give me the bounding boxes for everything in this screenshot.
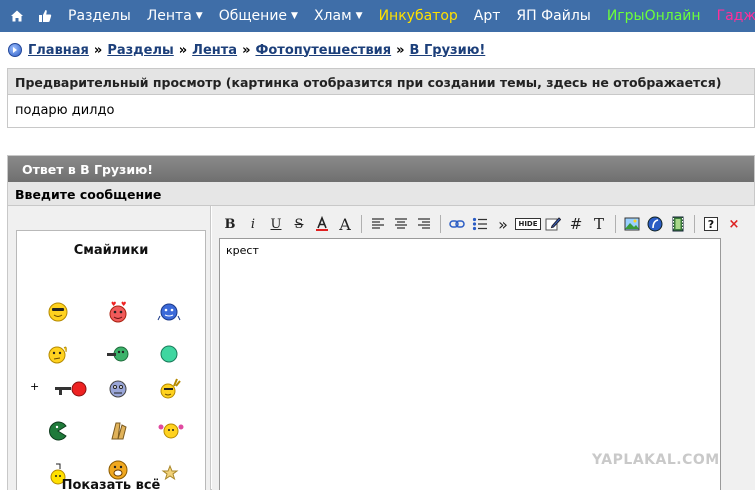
quote-button[interactable]: » (493, 214, 513, 234)
smiley-shooter-icon[interactable] (53, 377, 87, 401)
nav-item-label: Гадж (716, 8, 755, 24)
font-color-button[interactable] (312, 214, 332, 234)
site-watermark: YAPLAKAL.COM (592, 452, 720, 468)
breadcrumb-link-home[interactable]: Главная (28, 43, 89, 58)
nav-item-art[interactable]: Арт (474, 8, 501, 24)
svg-text:♥: ♥ (121, 301, 126, 308)
italic-button[interactable]: i (243, 214, 263, 234)
close-button[interactable]: × (724, 214, 744, 234)
smiley-green-icon[interactable] (157, 342, 181, 366)
nav-item-gadzhety[interactable]: Гадж (717, 8, 755, 24)
smiley-rock-icon[interactable] (157, 377, 181, 401)
font-size-button[interactable]: A (335, 214, 355, 234)
breadcrumb-link-topic[interactable]: В Грузию! (410, 43, 486, 58)
breadcrumb: Главная » Разделы » Лента » Фотопутешест… (8, 40, 485, 60)
nav-item-razdely[interactable]: Разделы (68, 8, 131, 24)
nav-item-label: Лента (146, 8, 192, 24)
nav-item-obshchenie[interactable]: Общение ▼ (219, 8, 298, 24)
nav-item-label: Разделы (68, 8, 131, 24)
breadcrumb-separator: » (178, 42, 188, 58)
top-navigation-bar: Разделы Лента ▼ Общение ▼ Хлам ▼ Инкубатор … (0, 0, 755, 32)
smiley-thinking-icon[interactable] (46, 342, 70, 366)
home-icon[interactable] (10, 9, 24, 23)
breadcrumb-separator: » (396, 42, 405, 58)
toolbar-divider (694, 215, 695, 233)
smilies-title: Смайлики (73, 243, 149, 258)
toolbar-divider (615, 215, 616, 233)
nav-item-igry-onlain[interactable]: ИгрыОнлайн (607, 8, 701, 24)
edit-icon[interactable] (543, 214, 563, 234)
nav-item-lenta[interactable]: Лента ▼ (147, 8, 203, 24)
smiley-blue-icon[interactable] (157, 300, 181, 324)
nav-item-label: Хлам (313, 8, 352, 24)
typo-button[interactable]: T (589, 214, 609, 234)
smiley-pacman-icon[interactable] (46, 419, 70, 443)
toolbar-divider (361, 215, 362, 233)
nav-item-label: Инкубатор (378, 8, 458, 24)
breadcrumb-link-phototravel[interactable]: Фотопутешествия (255, 43, 391, 58)
caret-down-icon: ▼ (195, 11, 203, 21)
caret-down-icon: ▼ (291, 11, 298, 21)
nav-item-label: ИгрыОнлайн (606, 8, 701, 24)
smilies-box: Смайлики ♥ ♥ + Показать всё (16, 230, 206, 490)
reply-panel: Ответ в В Грузию! Введите сообщение Смай… (7, 155, 755, 490)
smiley-party-icon[interactable] (157, 419, 184, 443)
smiley-hands-icon[interactable] (106, 419, 130, 443)
nav-item-label: Арт (473, 8, 501, 24)
reply-title: Ответ в В Грузию! (8, 156, 754, 182)
smiley-gun-icon[interactable] (106, 342, 130, 366)
reply-subtitle: Введите сообщение (8, 182, 754, 206)
editor-toolbar: B i U S A » HIDE # T ? × (220, 212, 744, 236)
breadcrumb-link-sections[interactable]: Разделы (107, 43, 173, 58)
editor-column: B i U S A » HIDE # T ? × крест (212, 206, 755, 490)
smiley-love-icon[interactable]: ♥ ♥ (106, 300, 130, 324)
arrow-bullet-icon (8, 43, 22, 57)
help-icon[interactable]: ? (701, 214, 721, 234)
nav-item-yap-faily[interactable]: ЯП Файлы (516, 8, 590, 24)
flash-icon[interactable] (645, 214, 665, 234)
link-icon[interactable] (447, 214, 467, 234)
list-icon[interactable] (470, 214, 490, 234)
smiley-robot-icon[interactable] (106, 377, 130, 401)
nav-item-label: ЯП Файлы (516, 8, 591, 24)
smilies-column: Смайлики ♥ ♥ + Показать всё (8, 206, 211, 490)
nav-item-inkubator[interactable]: Инкубатор (379, 8, 458, 24)
preview-title: Предварительный просмотр (картинка отобр… (8, 69, 754, 95)
strikethrough-button[interactable]: S (289, 214, 309, 234)
hide-button[interactable]: HIDE (515, 214, 541, 234)
align-center-icon[interactable] (391, 214, 411, 234)
underline-button[interactable]: U (266, 214, 286, 234)
align-right-icon[interactable] (414, 214, 434, 234)
video-icon[interactable] (668, 214, 688, 234)
breadcrumb-separator: » (242, 42, 251, 58)
breadcrumb-separator: » (93, 42, 103, 58)
smiley-cool-icon[interactable] (46, 300, 70, 324)
caret-down-icon: ▼ (355, 11, 363, 21)
thumbs-up-icon[interactable] (38, 9, 52, 23)
image-icon[interactable] (622, 214, 642, 234)
nav-item-khlam[interactable]: Хлам ▼ (314, 8, 363, 24)
smilies-extra-mark: + (30, 380, 40, 393)
bold-button[interactable]: B (220, 214, 240, 234)
svg-text:?: ? (708, 218, 714, 231)
preview-text: подарю дилдо (15, 103, 115, 118)
preview-panel: Предварительный просмотр (картинка отобр… (7, 68, 755, 128)
breadcrumb-link-feed[interactable]: Лента (192, 43, 237, 58)
hash-button[interactable]: # (566, 214, 586, 234)
toolbar-divider (440, 215, 441, 233)
show-all-smilies-link[interactable]: Показать всё (17, 478, 205, 490)
hide-label: HIDE (515, 218, 541, 230)
align-left-icon[interactable] (368, 214, 388, 234)
svg-text:♥: ♥ (111, 301, 116, 308)
nav-item-label: Общение (218, 8, 288, 24)
